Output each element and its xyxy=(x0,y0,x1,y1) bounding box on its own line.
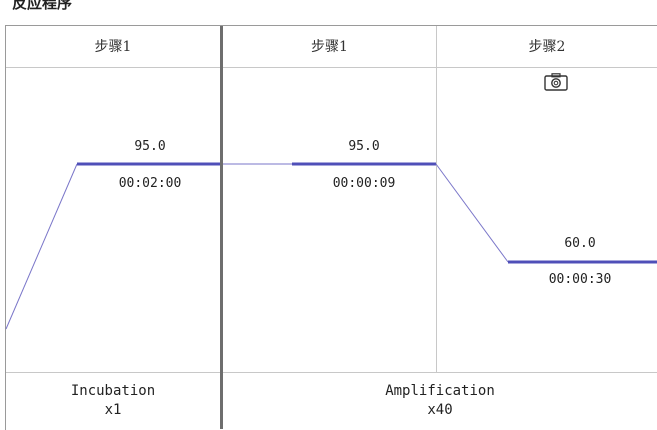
ramp-incubation xyxy=(5,163,78,330)
step2-amplification-time[interactable]: 00:00:30 xyxy=(540,272,620,287)
step1-incubation-temperature[interactable]: 95.0 xyxy=(120,139,180,154)
temperature-profile xyxy=(5,162,657,330)
ramp-step2 xyxy=(435,163,509,263)
stage-amplification[interactable]: Amplification x40 xyxy=(223,382,657,420)
stage-incubation[interactable]: Incubation x1 xyxy=(6,382,220,420)
step1-amplification-time[interactable]: 00:00:09 xyxy=(324,176,404,191)
step1-amplification-temperature[interactable]: 95.0 xyxy=(334,139,394,154)
stage-amplification-cycles: x40 xyxy=(427,402,453,418)
stage-incubation-name: Incubation xyxy=(70,383,156,399)
step1-incubation-time[interactable]: 00:02:00 xyxy=(110,176,190,191)
step2-amplification-temperature[interactable]: 60.0 xyxy=(550,236,610,251)
stage-amplification-name: Amplification xyxy=(385,383,495,399)
stage-incubation-cycles: x1 xyxy=(104,402,122,418)
